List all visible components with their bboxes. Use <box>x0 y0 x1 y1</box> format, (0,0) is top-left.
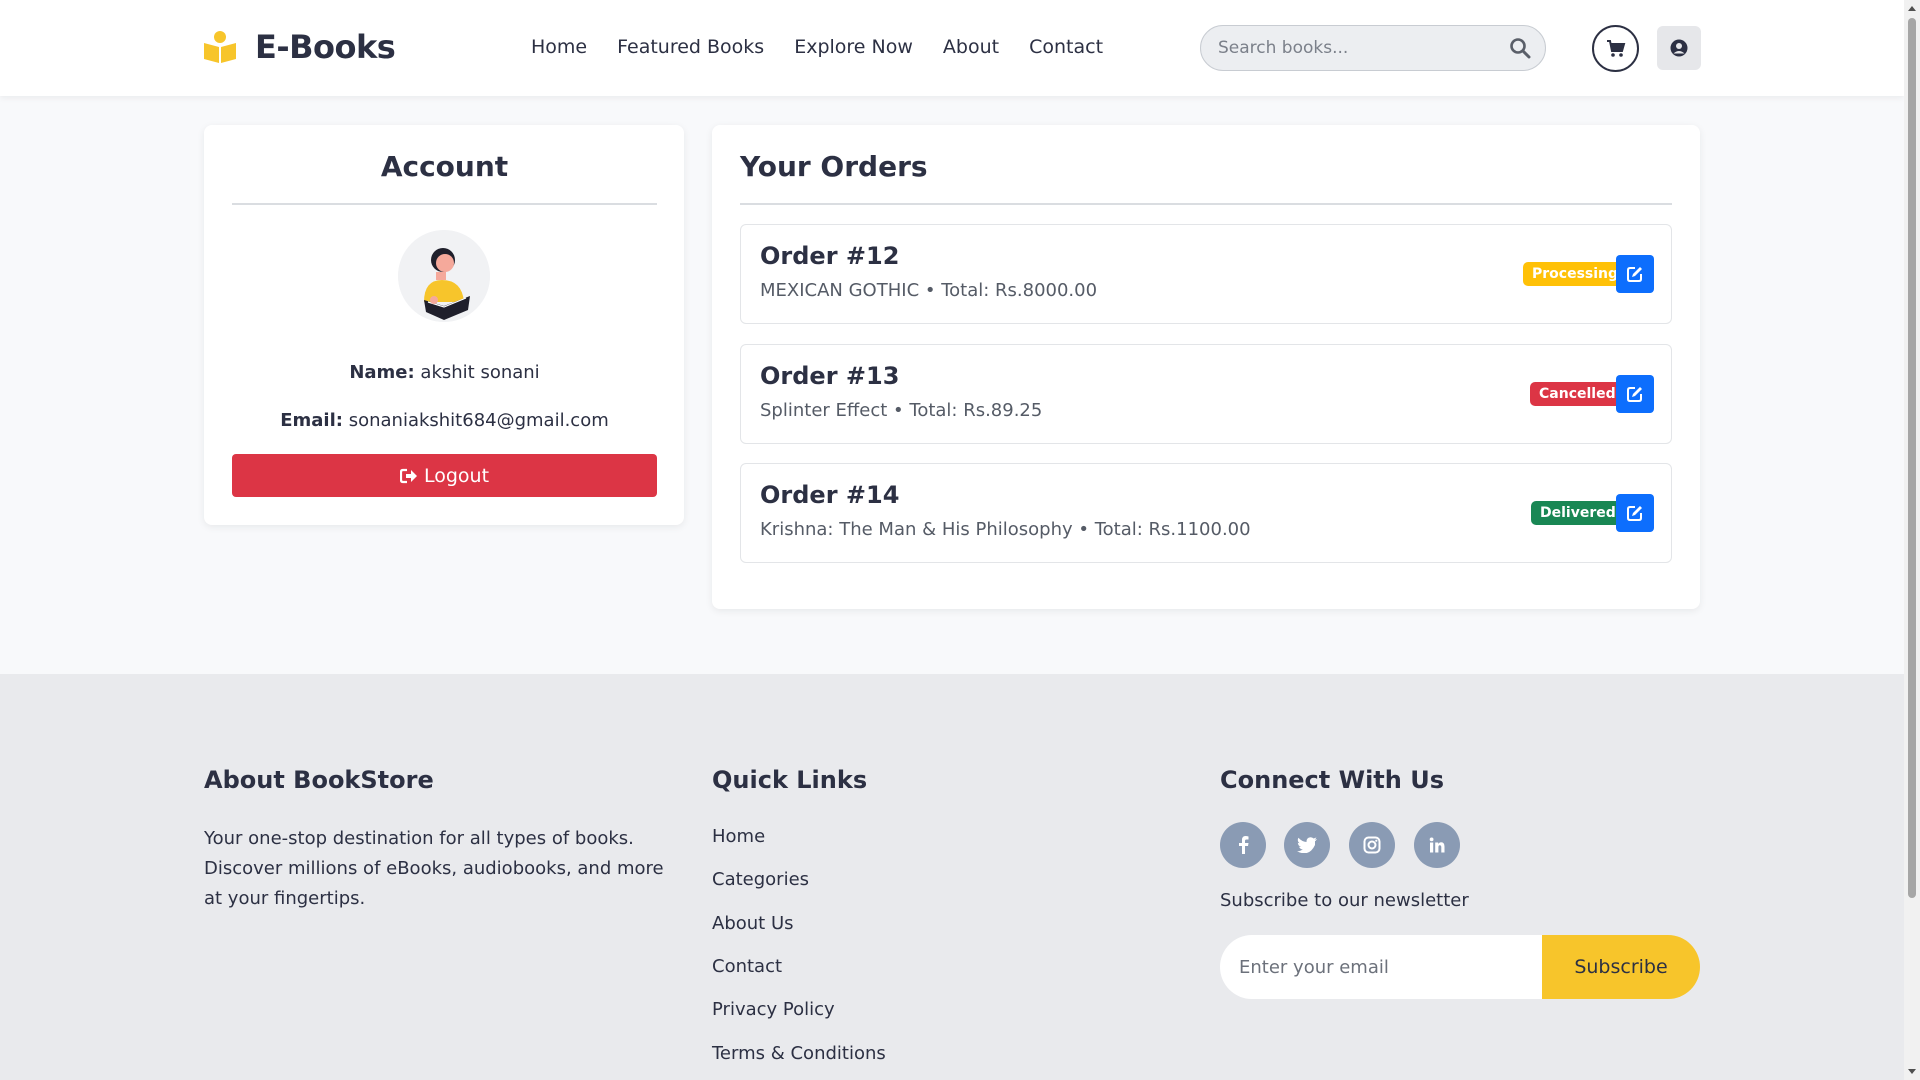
book-reader-icon <box>204 31 236 63</box>
site-header: E-Books Home Featured Books Explore Now … <box>0 0 1904 96</box>
footer-link-terms[interactable]: Terms & Conditions <box>712 1043 886 1064</box>
user-circle-icon <box>1670 39 1688 57</box>
connect-heading: Connect With Us <box>1220 766 1444 794</box>
account-title: Account <box>380 150 509 183</box>
order-item: Order #13 Splinter Effect • Total: Rs.89… <box>740 344 1672 444</box>
edit-order-button[interactable] <box>1616 375 1654 413</box>
main-nav: Home Featured Books Explore Now About Co… <box>531 36 1133 58</box>
newsletter-label: Subscribe to our newsletter <box>1220 890 1469 911</box>
subscribe-button[interactable]: Subscribe <box>1542 935 1700 999</box>
facebook-icon <box>1239 836 1249 854</box>
logo-text: E-Books <box>255 28 396 66</box>
nav-explore-now[interactable]: Explore Now <box>794 36 913 58</box>
about-text: Your one-stop destination for all types … <box>204 828 664 909</box>
footer-link-home[interactable]: Home <box>712 826 765 847</box>
status-badge: Cancelled <box>1530 382 1625 406</box>
order-detail: Splinter Effect • Total: Rs.89.25 <box>760 400 1043 421</box>
user-button[interactable] <box>1657 26 1701 70</box>
quick-links-heading: Quick Links <box>712 766 868 794</box>
order-title: Order #14 <box>760 481 900 509</box>
site-footer: About BookStore Your one-stop destinatio… <box>0 674 1904 1080</box>
footer-link-categories[interactable]: Categories <box>712 869 809 890</box>
search-icon[interactable] <box>1509 37 1531 59</box>
divider <box>232 203 657 205</box>
logout-label: Logout <box>423 464 490 487</box>
twitter-button[interactable] <box>1284 822 1330 868</box>
order-title: Order #12 <box>760 242 900 270</box>
scroll-down-arrow-icon[interactable] <box>1907 1066 1917 1076</box>
account-card: Account Name: akshit sonani Email: sonan… <box>204 125 684 525</box>
order-detail: Krishna: The Man & His Philosophy • Tota… <box>760 519 1251 540</box>
status-badge: Processing <box>1523 262 1628 286</box>
cart-icon <box>1606 39 1625 57</box>
edit-order-button[interactable] <box>1616 255 1654 293</box>
email-label: Email: <box>280 410 343 431</box>
edit-order-button[interactable] <box>1616 494 1654 532</box>
twitter-icon <box>1297 837 1317 853</box>
linkedin-icon <box>1429 837 1445 853</box>
nav-contact[interactable]: Contact <box>1029 36 1103 58</box>
name-value: akshit sonani <box>420 362 540 383</box>
linkedin-button[interactable] <box>1414 822 1460 868</box>
newsletter-email-input[interactable]: Enter your email <box>1220 935 1542 999</box>
orders-title: Your Orders <box>740 150 928 183</box>
nav-about[interactable]: About <box>943 36 999 58</box>
order-item: Order #12 MEXICAN GOTHIC • Total: Rs.800… <box>740 224 1672 324</box>
status-badge: Delivered <box>1531 501 1625 525</box>
edit-icon <box>1627 506 1642 521</box>
scroll-up-arrow-icon[interactable] <box>1907 4 1917 14</box>
search-input[interactable]: Search books... <box>1218 38 1348 58</box>
nav-home[interactable]: Home <box>531 36 587 58</box>
account-email: Email: sonaniakshit684@gmail.com <box>232 410 657 431</box>
avatar <box>398 230 490 322</box>
edit-icon <box>1627 267 1642 282</box>
nav-featured-books[interactable]: Featured Books <box>617 36 764 58</box>
logout-button[interactable]: Logout <box>232 454 657 497</box>
email-value: sonaniakshit684@gmail.com <box>348 410 609 431</box>
divider <box>740 203 1672 205</box>
logo[interactable]: E-Books <box>203 28 396 66</box>
orders-card: Your Orders Order #12 MEXICAN GOTHIC • T… <box>712 125 1700 609</box>
search-bar[interactable]: Search books... <box>1200 25 1546 71</box>
sign-out-icon <box>399 468 417 483</box>
order-title: Order #13 <box>760 362 900 390</box>
footer-link-about-us[interactable]: About Us <box>712 913 794 934</box>
scrollbar-thumb[interactable] <box>1908 18 1916 898</box>
cart-button[interactable] <box>1592 25 1639 72</box>
account-name: Name: akshit sonani <box>232 362 657 383</box>
order-item: Order #14 Krishna: The Man & His Philoso… <box>740 463 1672 563</box>
order-detail: MEXICAN GOTHIC • Total: Rs.8000.00 <box>760 280 1098 301</box>
footer-link-contact[interactable]: Contact <box>712 956 782 977</box>
instagram-icon <box>1363 836 1381 854</box>
facebook-button[interactable] <box>1220 822 1266 868</box>
reading-person-icon <box>398 230 490 322</box>
name-label: Name: <box>349 362 415 383</box>
page-scrollbar[interactable] <box>1904 0 1920 1080</box>
about-heading: About BookStore <box>204 766 434 794</box>
instagram-button[interactable] <box>1349 822 1395 868</box>
edit-icon <box>1627 387 1642 402</box>
footer-link-privacy-policy[interactable]: Privacy Policy <box>712 999 835 1020</box>
